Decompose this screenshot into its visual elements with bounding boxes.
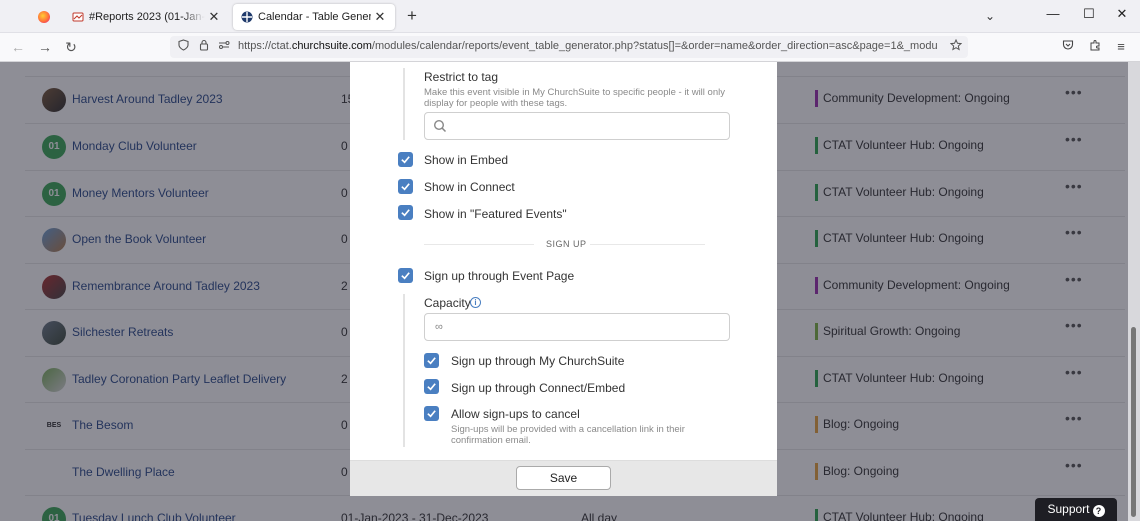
firefox-view-button[interactable] xyxy=(30,4,58,30)
signup-event-page-checkbox[interactable] xyxy=(398,268,413,283)
allow-cancel-help: Sign-ups will be provided with a cancell… xyxy=(451,424,685,446)
check-icon xyxy=(401,209,410,217)
tab-reports[interactable]: #Reports 2023 (01-Jan-2023) - C ✕ xyxy=(64,4,229,30)
address-bar[interactable]: https://ctat.churchsuite.com/modules/cal… xyxy=(170,36,968,58)
new-tab-button[interactable]: + xyxy=(403,7,421,25)
close-tab-icon[interactable]: ✕ xyxy=(373,9,387,25)
capacity-label: Capacity xyxy=(424,296,471,310)
close-tab-icon[interactable]: ✕ xyxy=(207,9,221,25)
scrollbar-thumb[interactable] xyxy=(1131,327,1136,517)
app-menu-icon[interactable]: ≡ xyxy=(1112,38,1130,56)
indent-line xyxy=(403,294,405,447)
show-in-featured-checkbox[interactable] xyxy=(398,205,413,220)
firefox-icon xyxy=(38,11,50,23)
back-button[interactable]: ← xyxy=(9,38,27,56)
signup-mychurchsuite-checkbox[interactable] xyxy=(424,353,439,368)
page-content: Harvest Around Tadley 202315Community De… xyxy=(0,62,1140,521)
reports-favicon-icon xyxy=(72,11,84,23)
support-button[interactable]: Support? xyxy=(1035,498,1117,521)
allow-cancel-checkbox[interactable] xyxy=(424,406,439,421)
list-all-tabs-chevron-icon[interactable]: ⌄ xyxy=(985,9,995,23)
churchsuite-favicon-icon xyxy=(241,11,253,23)
divider xyxy=(590,244,705,245)
url-text[interactable]: https://ctat.churchsuite.com/modules/cal… xyxy=(238,40,938,52)
tab-title: #Reports 2023 (01-Jan-2023) - C xyxy=(89,11,205,23)
check-icon xyxy=(401,156,410,164)
tag-search-input[interactable] xyxy=(424,112,730,140)
capacity-placeholder: ∞ xyxy=(435,321,443,333)
event-settings-modal: Restrict to tag Make this event visible … xyxy=(350,62,777,496)
info-icon[interactable]: i xyxy=(470,297,481,308)
check-icon xyxy=(427,357,436,365)
show-in-featured-label: Show in "Featured Events" xyxy=(424,207,567,221)
maximize-button[interactable]: ☐ xyxy=(1079,6,1099,22)
signup-connect-embed-label: Sign up through Connect/Embed xyxy=(451,381,626,395)
indent-line xyxy=(403,68,405,140)
pocket-icon[interactable] xyxy=(1059,38,1077,56)
shield-icon[interactable] xyxy=(176,39,190,56)
permissions-icon[interactable] xyxy=(217,39,231,55)
modal-body: Restrict to tag Make this event visible … xyxy=(350,62,777,460)
lock-icon[interactable] xyxy=(197,39,211,56)
show-in-connect-checkbox[interactable] xyxy=(398,179,413,194)
modal-footer: Save xyxy=(350,460,777,496)
forward-button[interactable]: → xyxy=(36,38,54,56)
reload-button[interactable]: ↻ xyxy=(62,38,80,56)
extensions-icon[interactable] xyxy=(1086,38,1104,56)
help-icon: ? xyxy=(1092,505,1105,517)
check-icon xyxy=(427,410,436,418)
show-in-connect-label: Show in Connect xyxy=(424,180,515,194)
signup-connect-embed-checkbox[interactable] xyxy=(424,379,439,394)
check-icon xyxy=(401,272,410,280)
restrict-to-tag-label: Restrict to tag xyxy=(424,70,499,84)
minimize-button[interactable]: — xyxy=(1043,6,1063,21)
tab-calendar-table-generator[interactable]: Calendar - Table Generator ✕ xyxy=(233,4,395,30)
bookmark-star-icon[interactable] xyxy=(949,38,963,56)
tab-title: Calendar - Table Generator xyxy=(258,11,371,23)
capacity-input[interactable]: ∞ xyxy=(424,313,730,341)
browser-tab-bar: #Reports 2023 (01-Jan-2023) - C ✕ Calend… xyxy=(0,0,1140,33)
browser-nav-bar: ← → ↻ https://ctat.churchsuite.com/modul… xyxy=(0,33,1140,62)
signup-mychurchsuite-label: Sign up through My ChurchSuite xyxy=(451,354,625,368)
divider xyxy=(424,244,534,245)
save-button[interactable]: Save xyxy=(516,466,611,490)
allow-cancel-label: Allow sign-ups to cancel xyxy=(451,407,580,421)
restrict-to-tag-help: Make this event visible in My ChurchSuit… xyxy=(424,87,725,109)
close-window-button[interactable]: ✕ xyxy=(1112,6,1132,22)
show-in-embed-checkbox[interactable] xyxy=(398,152,413,167)
signup-section-title: SIGN UP xyxy=(546,239,587,249)
show-in-embed-label: Show in Embed xyxy=(424,153,509,167)
search-icon xyxy=(433,119,447,133)
check-icon xyxy=(401,183,410,191)
signup-event-page-label: Sign up through Event Page xyxy=(424,269,575,283)
check-icon xyxy=(427,383,436,391)
